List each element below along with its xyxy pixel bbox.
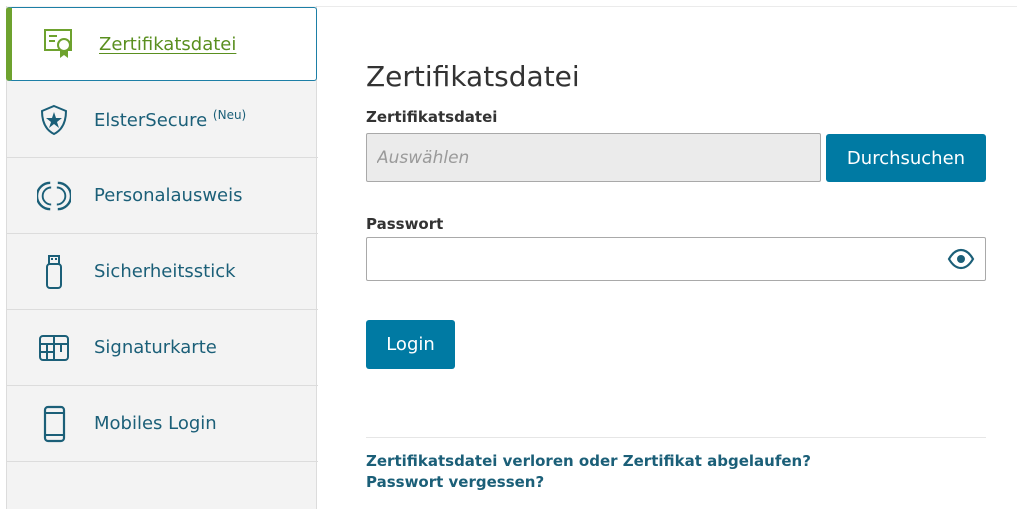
login-button[interactable]: Login <box>366 320 455 369</box>
file-field-label: Zertifikatsdatei <box>366 108 498 126</box>
sidebar-item-signaturkarte[interactable]: Signaturkarte <box>7 310 318 386</box>
sidebar-item-label: Personalausweis <box>94 185 243 206</box>
divider <box>366 437 986 438</box>
sidebar-item-mobiles-login[interactable]: Mobiles Login <box>7 386 318 462</box>
login-method-sidebar: Zertifikatsdatei ElsterSecure (Neu) Pers… <box>6 6 318 509</box>
sidebar-item-personalausweis[interactable]: Personalausweis <box>7 158 318 234</box>
eye-icon[interactable] <box>947 247 975 271</box>
lost-certificate-link[interactable]: Zertifikatsdatei verloren oder Zertifika… <box>366 452 811 470</box>
sidebar-item-sicherheitsstick[interactable]: Sicherheitsstick <box>7 234 318 310</box>
password-field-label: Passwort <box>366 215 444 233</box>
id-card-circle-icon <box>37 179 71 213</box>
browse-button[interactable]: Durchsuchen <box>826 134 986 182</box>
signature-card-icon <box>37 331 71 365</box>
sidebar-item-elstersecure[interactable]: ElsterSecure (Neu) <box>7 82 318 158</box>
shield-star-icon <box>37 103 71 137</box>
certificate-icon <box>42 27 76 61</box>
sidebar-item-label: Zertifikatsdatei <box>99 33 237 55</box>
sidebar-item-label: ElsterSecure (Neu) <box>94 108 246 131</box>
sidebar-item-zertifikatsdatei[interactable]: Zertifikatsdatei <box>6 7 317 81</box>
page-title: Zertifikatsdatei <box>366 60 580 93</box>
top-divider <box>316 6 1017 7</box>
elstersecure-label: ElsterSecure <box>94 110 208 131</box>
certificate-file-input[interactable] <box>366 133 821 182</box>
new-badge: (Neu) <box>212 108 247 122</box>
mobile-phone-icon <box>37 405 71 442</box>
forgot-password-link[interactable]: Passwort vergessen? <box>366 473 544 491</box>
password-input[interactable] <box>367 238 947 280</box>
sidebar-item-label: Mobiles Login <box>94 413 217 434</box>
sidebar-item-label: Sicherheitsstick <box>94 261 236 282</box>
sidebar-item-label: Signaturkarte <box>94 337 217 358</box>
password-field <box>366 237 986 281</box>
usb-stick-icon <box>37 254 71 289</box>
